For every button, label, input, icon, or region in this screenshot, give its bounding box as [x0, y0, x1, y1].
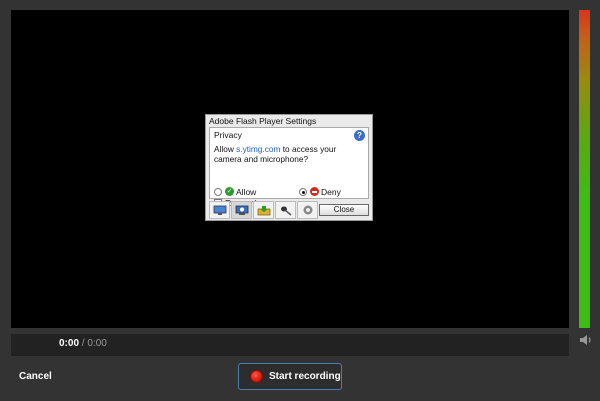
timecode: 0:00 / 0:00 [59, 338, 107, 349]
privacy-icon[interactable] [231, 201, 252, 219]
record-icon [250, 370, 263, 383]
time-bar: 0:00 / 0:00 [11, 334, 569, 356]
time-separator: / [81, 338, 85, 349]
start-recording-label: Start recording [269, 371, 341, 382]
question-domain: s.ytimg.com [236, 144, 281, 154]
checkmark-icon: ✓ [225, 187, 234, 196]
deny-radio[interactable] [299, 188, 307, 196]
time-total: 0:00 [87, 338, 107, 349]
question-prefix: Allow [214, 144, 234, 154]
camera-icon[interactable] [297, 201, 318, 219]
privacy-panel: Privacy ? Allow s.ytimg.com to access yo… [209, 127, 369, 208]
deny-label: Deny [321, 187, 341, 197]
volume-icon[interactable] [579, 334, 593, 346]
allow-label: Allow [236, 187, 257, 197]
help-icon[interactable]: ? [354, 130, 365, 141]
flash-settings-dialog: Adobe Flash Player Settings Privacy ? Al… [205, 114, 373, 221]
permission-question: Allow s.ytimg.com to access your camera … [214, 144, 364, 164]
microphone-icon[interactable] [275, 201, 296, 219]
storage-icon[interactable] [253, 201, 274, 219]
close-button[interactable]: Close [319, 204, 369, 216]
cancel-button[interactable]: Cancel [19, 371, 52, 382]
settings-tabs [209, 201, 319, 219]
dialog-title: Adobe Flash Player Settings [209, 116, 317, 126]
start-recording-button[interactable]: Start recording [238, 363, 342, 390]
deny-icon [310, 187, 319, 196]
display-icon[interactable] [209, 201, 230, 219]
audio-level-meter [579, 10, 590, 328]
allow-radio[interactable] [214, 188, 222, 196]
time-current: 0:00 [59, 338, 80, 349]
panel-title: Privacy [214, 130, 242, 140]
